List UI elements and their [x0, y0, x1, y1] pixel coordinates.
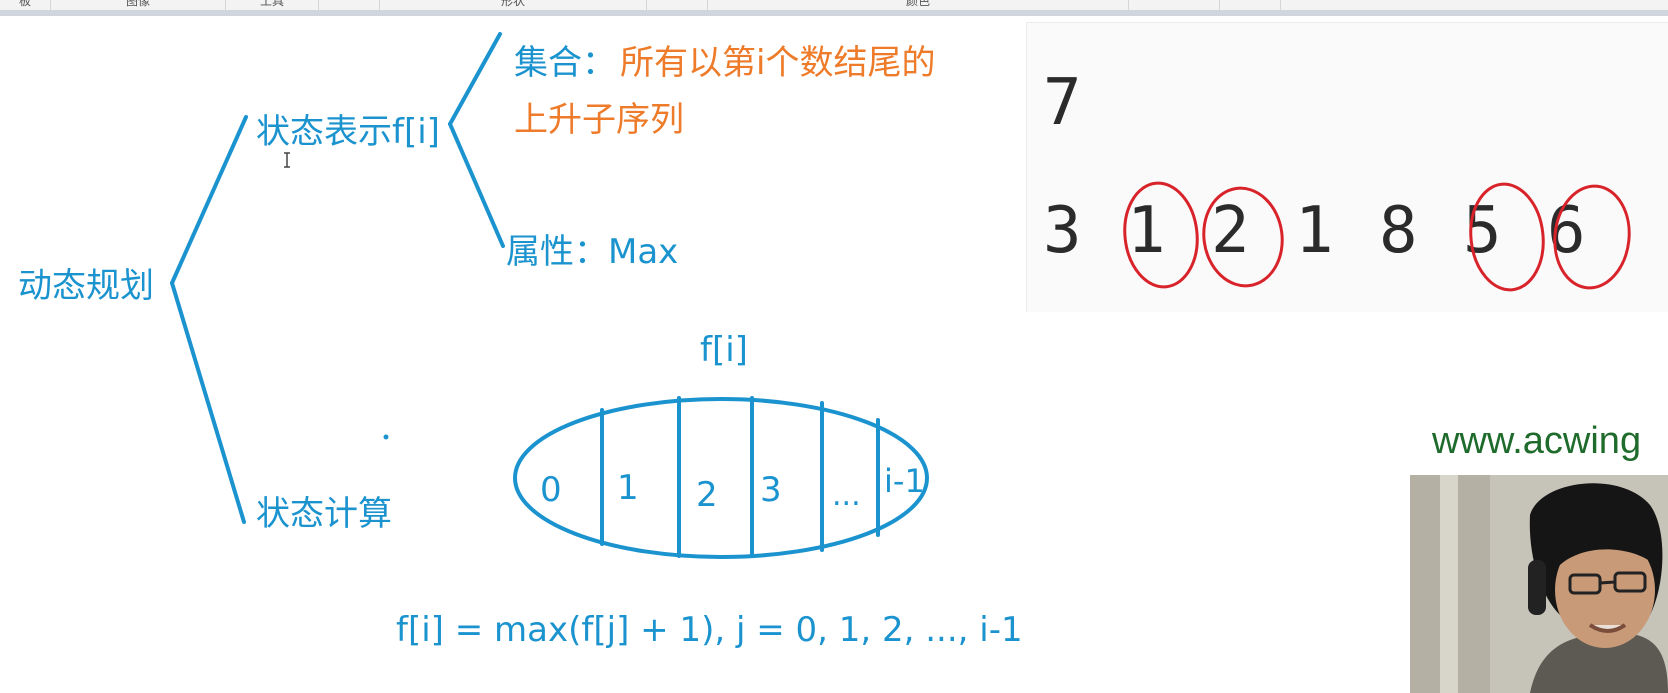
circle-mark: [1469, 182, 1545, 292]
attribute-label: 属性：Max: [506, 232, 679, 272]
circle-mark: [1123, 181, 1199, 289]
circle-mark: [1553, 184, 1631, 290]
array-cell: 0: [540, 470, 562, 510]
sample-input-panel: 7 3 1 2 1 8 5 6: [1026, 22, 1668, 312]
array-cell: 2: [696, 475, 718, 515]
set-description-line2: 上升子序列: [514, 100, 684, 140]
array-cell: ...: [832, 478, 861, 513]
array-cell: i-1: [884, 462, 925, 500]
site-watermark: www.acwing: [1432, 420, 1642, 462]
state-representation-label: 状态表示f[i]: [256, 112, 440, 152]
webcam-overlay: [1410, 475, 1668, 693]
array-ellipse: [513, 397, 929, 559]
stray-dot: [383, 434, 389, 440]
branch-line-set: [448, 32, 502, 126]
set-description-line1: 所有以第i个数结尾的: [620, 43, 936, 83]
circle-annotations: [1123, 181, 1631, 292]
set-label: 集合：: [514, 43, 616, 83]
state-computation-label: 状态计算: [256, 494, 392, 534]
array-cell: 1: [617, 468, 639, 508]
text-cursor-icon: [284, 152, 290, 168]
array-title: f[i]: [700, 330, 748, 370]
transition-formula: f[i] = max(f[j] + 1), j = 0, 1, 2, ..., …: [396, 610, 1023, 650]
branch-line-lower: [170, 281, 246, 524]
root-label: 动态规划: [18, 266, 154, 306]
array-cell: 3: [760, 470, 782, 510]
circle-mark: [1202, 186, 1284, 288]
branch-line-upper: [170, 115, 248, 285]
branch-line-attribute: [448, 122, 505, 248]
presenter-image: [1410, 475, 1668, 693]
